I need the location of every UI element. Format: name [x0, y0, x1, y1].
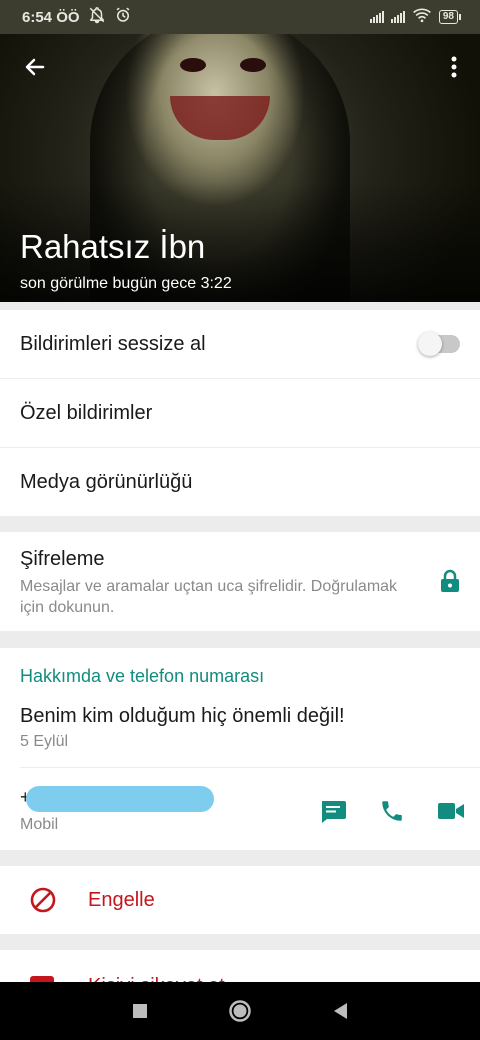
- voice-call-button[interactable]: [377, 796, 407, 826]
- encryption-card[interactable]: Şifreleme Mesajlar ve aramalar uçtan uca…: [0, 532, 480, 631]
- back-button[interactable]: [18, 50, 52, 84]
- recents-square-icon: [133, 1004, 147, 1018]
- last-seen-status: son görülme bugün gece 3:22: [20, 275, 232, 292]
- block-contact-row[interactable]: Engelle: [0, 866, 480, 934]
- encryption-description: Mesajlar ve aramalar uçtan uca şifrelidi…: [20, 578, 398, 616]
- block-label: Engelle: [88, 888, 155, 911]
- media-visibility-row[interactable]: Medya görünürlüğü: [0, 448, 480, 517]
- about-phone-card: Hakkımda ve telefon numarası Benim kim o…: [0, 648, 480, 850]
- videocam-icon: [438, 803, 464, 819]
- contact-name: Rahatsız İbn: [20, 228, 206, 265]
- encryption-title: Şifreleme: [20, 548, 105, 570]
- phone-icon: [382, 801, 402, 821]
- about-text[interactable]: Benim kim olduğum hiç önemli değil!: [20, 705, 345, 728]
- mute-notifications-label: Bildirimleri sessize al: [20, 332, 206, 355]
- notification-settings-card: Bildirimleri sessize al Özel bildirimler…: [0, 310, 480, 516]
- mute-notifications-row[interactable]: Bildirimleri sessize al: [0, 310, 480, 379]
- wifi-icon: [412, 7, 432, 27]
- block-icon: [30, 887, 56, 913]
- video-call-button[interactable]: [436, 796, 466, 826]
- signal-icon: [369, 11, 384, 23]
- lock-icon: [440, 569, 460, 598]
- phone-type: Mobil: [20, 816, 59, 833]
- custom-notifications-row[interactable]: Özel bildirimler: [0, 379, 480, 448]
- back-triangle-icon: [334, 1003, 347, 1019]
- back-nav-button[interactable]: [328, 999, 352, 1023]
- about-date: 5 Eylül: [20, 733, 69, 750]
- redaction-mark: [26, 786, 214, 812]
- mute-toggle[interactable]: [418, 332, 460, 356]
- custom-notifications-label: Özel bildirimler: [20, 401, 153, 424]
- home-button[interactable]: [228, 999, 252, 1023]
- arrow-left-icon: [25, 58, 45, 76]
- more-vert-icon: [451, 56, 457, 78]
- alarm-icon: [114, 6, 132, 28]
- divider: [20, 767, 480, 768]
- signal-icon-2: [390, 11, 405, 23]
- recents-button[interactable]: [128, 999, 152, 1023]
- more-options-button[interactable]: [442, 50, 466, 84]
- block-card: Engelle: [0, 866, 480, 934]
- system-navigation-bar: [0, 982, 480, 1040]
- media-visibility-label: Medya görünürlüğü: [20, 471, 193, 493]
- message-button[interactable]: [318, 796, 348, 826]
- home-circle-icon: [229, 1000, 251, 1022]
- about-section-title: Hakkımda ve telefon numarası: [20, 666, 265, 686]
- status-time: 6:54 ÖÖ: [22, 8, 80, 26]
- message-icon: [322, 801, 346, 823]
- status-bar: 6:54 ÖÖ 98: [0, 0, 480, 34]
- battery-indicator: 98: [438, 10, 462, 24]
- contact-info-screen: 6:54 ÖÖ 98 Rahatsız İbn son görülme bugü…: [0, 0, 480, 1040]
- profile-photo-header[interactable]: Rahatsız İbn son görülme bugün gece 3:22: [0, 34, 480, 302]
- mute-notification-icon: [88, 6, 106, 28]
